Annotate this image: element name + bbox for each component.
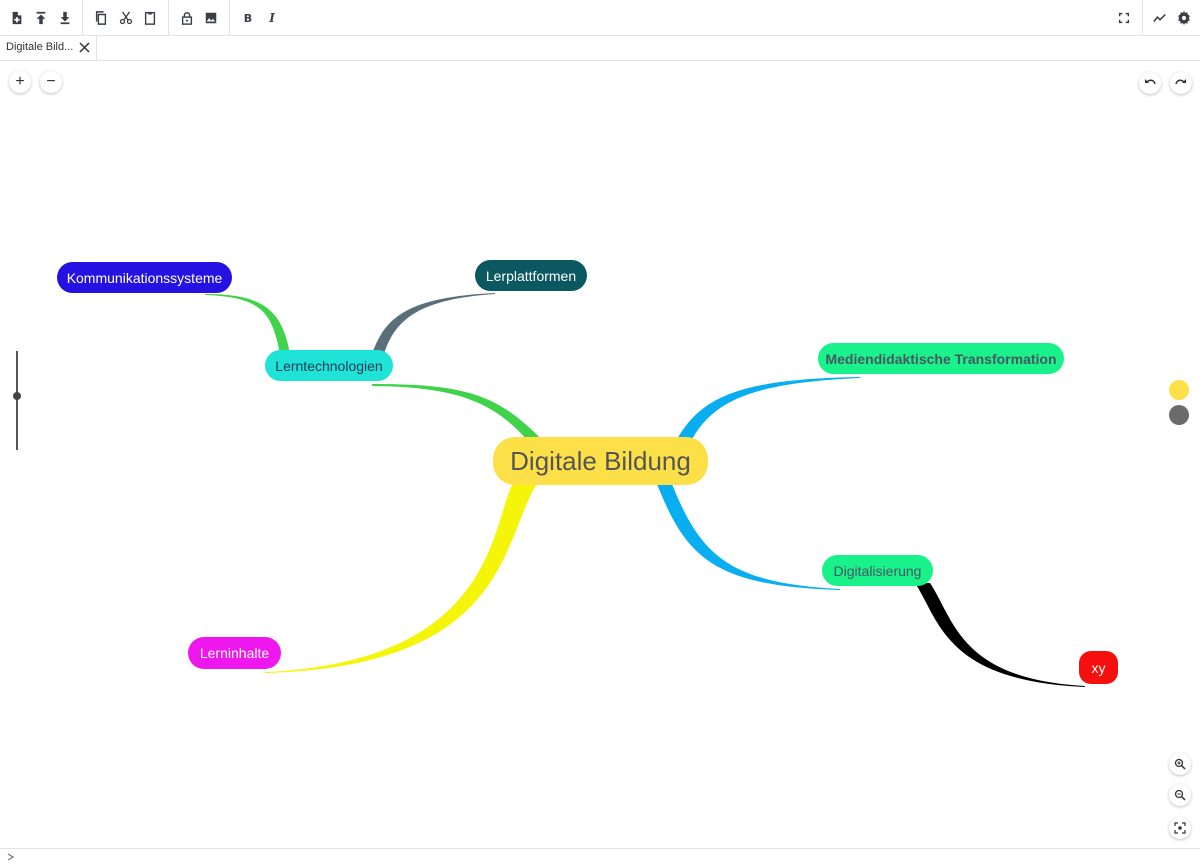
- edge-xy: [915, 583, 1085, 687]
- node-kommunikationssysteme[interactable]: Kommunikationssysteme: [57, 262, 232, 293]
- new-file-icon[interactable]: [7, 8, 27, 28]
- toolbar: B I: [0, 0, 1200, 36]
- node-label: Lerntechnologien: [275, 357, 383, 374]
- edge-mediendidaktische: [675, 377, 860, 443]
- edge-kommunikationssysteme: [205, 294, 290, 354]
- undo-icon: [1145, 79, 1156, 85]
- status-arrow-icon: [7, 853, 15, 861]
- edge-lerninhalte: [265, 479, 540, 673]
- node-mediendidaktische-transformation[interactable]: Mediendidaktische Transformation: [818, 343, 1064, 374]
- node-digitalisierung[interactable]: Digitalisierung: [822, 555, 933, 586]
- node-label: Digitalisierung: [833, 562, 922, 579]
- redo-icon: [1175, 79, 1186, 85]
- root-node-label: Digitale Bildung: [510, 445, 691, 476]
- zoom-out-icon: [1174, 789, 1186, 801]
- italic-icon: I: [269, 11, 275, 25]
- node-label: xy: [1091, 659, 1106, 676]
- node-label: Lerplattformen: [485, 267, 577, 284]
- image-icon[interactable]: [201, 8, 221, 28]
- zoom-slider-track[interactable]: [16, 351, 18, 450]
- fullscreen-icon[interactable]: [1114, 8, 1134, 28]
- tab-digitale-bildung[interactable]: Digitale Bild...: [0, 36, 97, 60]
- collapse-all-button[interactable]: −: [40, 71, 62, 93]
- close-icon[interactable]: [78, 41, 91, 54]
- status-bar: [0, 848, 1200, 866]
- bold-button[interactable]: B: [238, 8, 258, 28]
- plus-icon: +: [15, 73, 25, 90]
- copy-icon[interactable]: [91, 8, 111, 28]
- edge-digitalisierung: [655, 479, 840, 590]
- node-xy[interactable]: xy: [1079, 651, 1118, 684]
- node-label: Mediendidaktische Transformation: [825, 350, 1057, 367]
- paste-icon[interactable]: [140, 8, 160, 28]
- zoom-out-button[interactable]: [1169, 784, 1191, 806]
- node-lerninhalte[interactable]: Lerninhalte: [188, 637, 281, 669]
- color-swatch-gray[interactable]: [1169, 405, 1189, 425]
- expand-all-button[interactable]: +: [9, 71, 31, 93]
- fit-screen-button[interactable]: [1169, 817, 1191, 839]
- node-label: Kommunikationssysteme: [66, 269, 223, 286]
- redo-button[interactable]: [1170, 72, 1192, 94]
- edge-lerntechnologien: [372, 384, 545, 443]
- zoom-slider-handle[interactable]: [13, 392, 21, 400]
- mindmap-canvas[interactable]: Digitale Bildung Lerntechnologien Kommun…: [0, 61, 1200, 848]
- chart-line-icon[interactable]: [1150, 8, 1170, 28]
- root-node[interactable]: Digitale Bildung: [493, 437, 708, 485]
- minus-icon: −: [46, 73, 56, 90]
- node-label: Lerninhalte: [199, 645, 270, 661]
- bold-icon: B: [243, 11, 253, 25]
- zoom-in-icon: [1174, 758, 1186, 770]
- edge-lerplattformen: [372, 293, 495, 354]
- tab-bar: Digitale Bild...: [0, 36, 1200, 61]
- gear-icon[interactable]: [1174, 8, 1194, 28]
- upload-icon[interactable]: [31, 8, 51, 28]
- italic-button[interactable]: I: [262, 8, 282, 28]
- download-icon[interactable]: [55, 8, 75, 28]
- lock-icon[interactable]: [177, 8, 197, 28]
- node-lerntechnologien[interactable]: Lerntechnologien: [265, 350, 393, 381]
- tab-title: Digitale Bild...: [6, 41, 74, 53]
- fit-screen-icon: [1174, 822, 1186, 834]
- cut-icon[interactable]: [116, 8, 136, 28]
- node-lerplattformen[interactable]: Lerplattformen: [475, 260, 587, 291]
- zoom-in-button[interactable]: [1169, 753, 1191, 775]
- color-swatch-yellow[interactable]: [1169, 380, 1189, 400]
- undo-button[interactable]: [1139, 72, 1161, 94]
